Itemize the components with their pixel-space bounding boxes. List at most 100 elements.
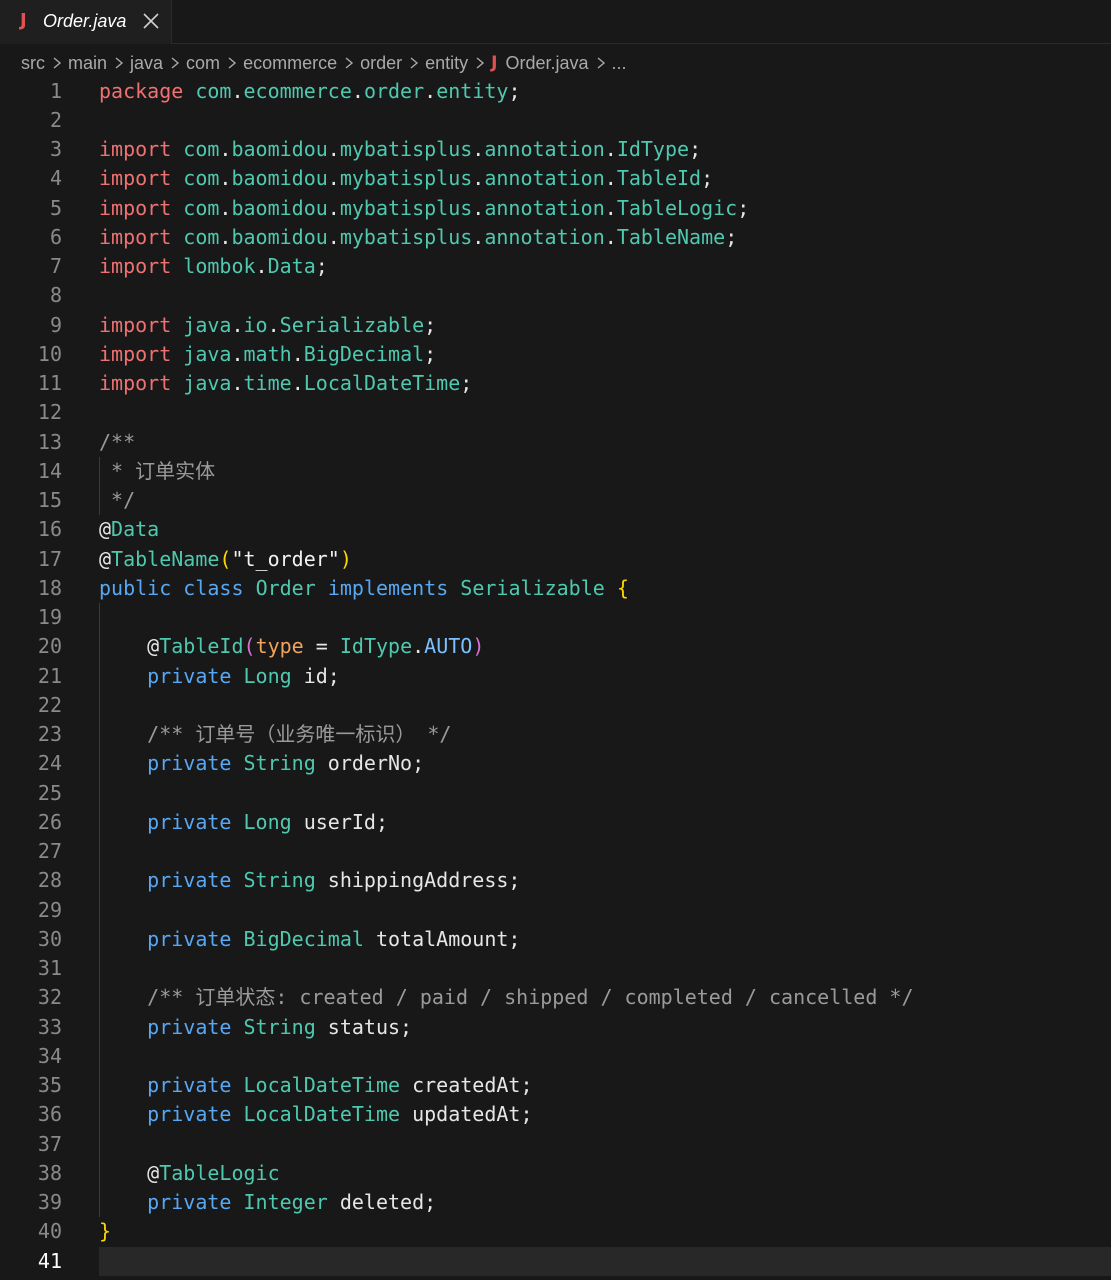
code-line[interactable]: 14 * 订单实体 xyxy=(0,457,1111,486)
line-number: 28 xyxy=(37,868,62,893)
code-line[interactable]: 34 xyxy=(0,1042,1111,1071)
code-line[interactable]: 5 import com.baomidou.mybatisplus.annotat… xyxy=(0,194,1111,223)
code-token: @ xyxy=(99,517,112,542)
line-number: 19 xyxy=(37,605,62,629)
code-line[interactable]: 30 private BigDecimal totalAmount; xyxy=(0,925,1111,954)
code-line[interactable]: 20 @TableId(type = IdType.AUTO) xyxy=(0,632,1111,661)
breadcrumb-item-ecommerce[interactable]: ecommerce xyxy=(243,53,337,74)
code-token: @ xyxy=(99,546,112,571)
code-token: id; xyxy=(291,663,340,688)
code-line[interactable]: 10 import java.math.BigDecimal; xyxy=(0,340,1111,369)
code-line[interactable]: 38 @TableLogic xyxy=(0,1159,1111,1188)
code-line[interactable]: 18 public class Order implements Serializ… xyxy=(0,574,1111,603)
code-line[interactable]: 4 import com.baomidou.mybatisplus.annotat… xyxy=(0,164,1111,193)
code-line[interactable]: 28 private String shippingAddress; xyxy=(0,866,1111,895)
code-token: baomidou xyxy=(231,224,328,249)
line-number: 22 xyxy=(37,692,62,717)
code-editor[interactable]: 1 package com.ecommerce.order.entity; 2 3 im… xyxy=(0,76,1111,1280)
code-token: . xyxy=(291,371,304,395)
code-line[interactable]: 32 /** 订单状态: created / paid / shipped / … xyxy=(0,983,1111,1012)
code-line[interactable]: 26 private Long userId; xyxy=(0,808,1111,837)
code-line[interactable]: 19 xyxy=(0,603,1111,632)
code-line[interactable]: 2 xyxy=(0,106,1111,135)
chevron-right-icon xyxy=(171,57,180,69)
code-line[interactable]: 11 import java.time.LocalDateTime; xyxy=(0,369,1111,398)
line-number: 13 xyxy=(37,429,62,454)
code-token: . xyxy=(231,312,244,337)
breadcrumb-item-com[interactable]: com xyxy=(186,53,220,74)
line-number: 27 xyxy=(37,839,62,863)
breadcrumb-item-file[interactable]: Order.java xyxy=(505,53,588,74)
code-line[interactable]: 41 xyxy=(0,1246,1111,1276)
code-line[interactable]: 24 private String orderNo; xyxy=(0,749,1111,778)
code-line[interactable]: 29 xyxy=(0,896,1111,925)
code-token: import xyxy=(99,137,172,161)
code-token: totalAmount; xyxy=(363,926,521,951)
code-text: private LocalDateTime createdAt; xyxy=(99,1071,532,1100)
code-line[interactable]: 1 package com.ecommerce.order.entity; xyxy=(0,77,1111,106)
code-line[interactable]: 37 xyxy=(0,1130,1111,1159)
code-line[interactable]: 21 private Long id; xyxy=(0,662,1111,691)
code-line[interactable]: 17 @TableName("t_order") xyxy=(0,545,1111,574)
code-line[interactable]: 23 /** 订单号（业务唯一标识） */ xyxy=(0,720,1111,749)
code-token: . xyxy=(267,312,280,337)
code-token: String xyxy=(243,868,316,893)
code-line[interactable]: 33 private String status; xyxy=(0,1013,1111,1042)
line-number: 2 xyxy=(49,107,62,132)
breadcrumb-item-java[interactable]: java xyxy=(130,53,163,74)
code-line[interactable]: 22 xyxy=(0,691,1111,720)
line-number: 1 xyxy=(49,78,62,103)
code-line[interactable]: 3 import com.baomidou.mybatisplus.annotat… xyxy=(0,135,1111,164)
breadcrumb-item-order[interactable]: order xyxy=(360,53,402,74)
code-line[interactable]: 12 xyxy=(0,398,1111,427)
code-token: . xyxy=(231,78,244,103)
close-icon[interactable] xyxy=(142,12,160,30)
code-line[interactable]: 39 private Integer deleted; xyxy=(0,1188,1111,1217)
code-token: private xyxy=(147,868,232,893)
code-line[interactable]: 35 private LocalDateTime createdAt; xyxy=(0,1071,1111,1100)
breadcrumb-item-src[interactable]: src xyxy=(21,53,45,74)
code-line[interactable]: 7 import lombok.Data; xyxy=(0,252,1111,281)
breadcrumb-item-entity[interactable]: entity xyxy=(425,53,468,74)
code-token: private xyxy=(147,1190,232,1214)
code-token: annotation xyxy=(484,166,605,191)
line-number: 26 xyxy=(37,809,62,834)
code-line[interactable]: 13 /** xyxy=(0,428,1111,457)
code-line[interactable]: 8 xyxy=(0,281,1111,310)
code-line[interactable]: 15 */ xyxy=(0,486,1111,515)
code-line[interactable]: 25 xyxy=(0,779,1111,808)
code-token: public xyxy=(99,575,172,600)
code-token: private xyxy=(147,809,232,834)
code-line[interactable]: 6 import com.baomidou.mybatisplus.annotat… xyxy=(0,223,1111,252)
code-token: ; xyxy=(424,312,437,337)
breadcrumb-more[interactable]: ... xyxy=(612,53,627,74)
breadcrumb-item-main[interactable]: main xyxy=(68,53,107,74)
code-line[interactable]: 40} xyxy=(0,1217,1111,1246)
tab-order-java[interactable]: J Order.java xyxy=(0,0,172,44)
code-token: . xyxy=(412,634,425,659)
code-line[interactable]: 27 xyxy=(0,837,1111,866)
code-line[interactable]: 31 xyxy=(0,954,1111,983)
code-line[interactable]: 9 import java.io.Serializable; xyxy=(0,311,1111,340)
code-token: deleted; xyxy=(327,1190,437,1214)
code-token: */ xyxy=(99,488,136,512)
line-number: 41 xyxy=(37,1248,62,1273)
code-line[interactable]: 16 @Data xyxy=(0,515,1111,544)
code-line[interactable]: 36 private LocalDateTime updatedAt; xyxy=(0,1100,1111,1129)
code-token: Long xyxy=(243,809,292,834)
code-token: baomidou xyxy=(231,195,328,220)
line-number: 16 xyxy=(37,517,62,542)
